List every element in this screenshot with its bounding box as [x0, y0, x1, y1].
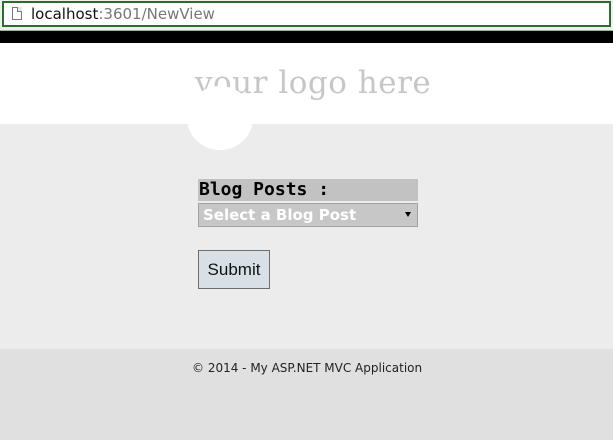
url-host: localhost [31, 5, 99, 23]
url-field[interactable]: localhost:3601/NewView [2, 1, 611, 27]
site-header: your logo here [0, 43, 613, 124]
footer-copyright: © 2014 - My ASP.NET MVC Application [192, 361, 423, 375]
select-value: Select a Blog Post [203, 206, 357, 224]
url-text: localhost:3601/NewView [31, 5, 215, 23]
toolbar-band [0, 31, 613, 43]
dropdown-arrow-icon [405, 212, 411, 217]
address-bar: localhost:3601/NewView [0, 0, 613, 31]
url-path: :3601/NewView [98, 5, 215, 23]
submit-button[interactable]: Submit [198, 250, 270, 289]
blog-post-select[interactable]: Select a Blog Post [198, 203, 418, 227]
logo-circle [187, 86, 253, 150]
page-icon [12, 7, 22, 20]
site-footer: © 2014 - My ASP.NET MVC Application [0, 349, 613, 440]
main-content: Blog Posts : Select a Blog Post Submit [0, 86, 613, 349]
blog-posts-label: Blog Posts : [198, 179, 418, 201]
